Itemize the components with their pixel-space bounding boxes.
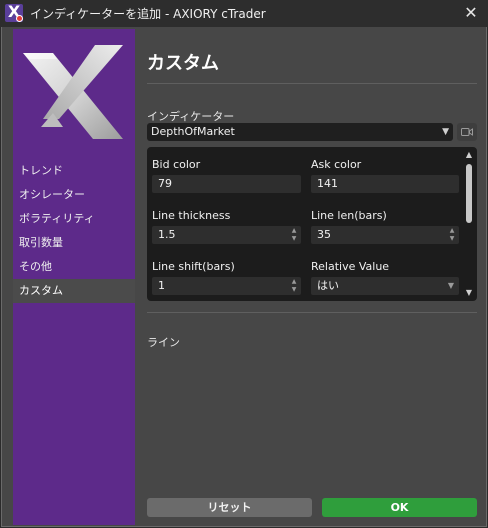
section-lines-label: ライン <box>147 336 180 349</box>
relative-value-label: Relative Value <box>311 260 390 273</box>
indicator-label: インディケーター <box>147 110 235 123</box>
video-camera-icon <box>461 128 473 136</box>
sidebar-item-trend[interactable]: トレンド <box>13 159 135 183</box>
line-len-stepper[interactable]: 35 ▲ ▼ <box>311 226 459 244</box>
line-len-label: Line len(bars) <box>311 209 387 222</box>
spinner-arrows-icon[interactable]: ▲ ▼ <box>290 278 298 294</box>
sidebar-item-oscillator[interactable]: オシレーター <box>13 183 135 207</box>
ok-button[interactable]: OK <box>322 498 477 517</box>
line-len-value: 35 <box>317 228 331 241</box>
params-scrollbar[interactable]: ▲ ▼ <box>461 147 477 301</box>
relative-value-value: はい <box>317 279 339 292</box>
scroll-down-icon[interactable]: ▼ <box>463 287 475 299</box>
reset-button[interactable]: リセット <box>147 498 312 517</box>
chevron-down-icon: ▼ <box>447 281 454 290</box>
sidebar: トレンド オシレーター ボラティリティ 取引数量 その他 カスタム <box>13 29 135 525</box>
category-list: トレンド オシレーター ボラティリティ 取引数量 その他 カスタム <box>13 159 135 303</box>
line-thickness-value: 1.5 <box>158 228 176 241</box>
spinner-arrows-icon[interactable]: ▲ ▼ <box>448 227 456 243</box>
window-title: インディケーターを追加 - AXIORY cTrader <box>30 7 266 21</box>
bid-color-label: Bid color <box>152 158 201 171</box>
dialog-body: トレンド オシレーター ボラティリティ 取引数量 その他 カスタム カスタム イ… <box>1 27 487 527</box>
title-bar: X インディケーターを追加 - AXIORY cTrader ✕ <box>0 0 488 27</box>
line-shift-label: Line shift(bars) <box>152 260 235 273</box>
close-icon[interactable]: ✕ <box>454 0 488 27</box>
line-thickness-label: Line thickness <box>152 209 231 222</box>
scroll-up-icon[interactable]: ▲ <box>463 149 475 161</box>
spinner-arrows-icon[interactable]: ▲ ▼ <box>290 227 298 243</box>
ask-color-label: Ask color <box>311 158 362 171</box>
axiory-logo-icon <box>23 45 123 139</box>
sidebar-item-volatility[interactable]: ボラティリティ <box>13 207 135 231</box>
ask-color-input[interactable]: 141 <box>311 175 459 193</box>
bid-color-input[interactable]: 79 <box>152 175 301 193</box>
divider <box>147 312 477 313</box>
indicator-dropdown[interactable]: DepthOfMarket ▼ <box>147 123 453 141</box>
line-shift-stepper[interactable]: 1 ▲ ▼ <box>152 277 301 295</box>
parameters-panel: Bid color 79 Ask color 141 Line thicknes… <box>147 147 477 301</box>
relative-value-dropdown[interactable]: はい ▼ <box>311 277 459 295</box>
divider <box>147 83 477 84</box>
scrollbar-thumb[interactable] <box>466 164 472 223</box>
line-thickness-stepper[interactable]: 1.5 ▲ ▼ <box>152 226 301 244</box>
sidebar-item-custom[interactable]: カスタム <box>13 279 135 303</box>
sidebar-item-volume[interactable]: 取引数量 <box>13 231 135 255</box>
chevron-down-icon: ▼ <box>442 127 449 137</box>
app-icon: X <box>5 4 23 22</box>
sidebar-item-other[interactable]: その他 <box>13 255 135 279</box>
page-title: カスタム <box>147 53 219 74</box>
indicator-value: DepthOfMarket <box>151 125 235 138</box>
video-camera-button[interactable] <box>457 123 477 141</box>
line-shift-value: 1 <box>158 279 165 292</box>
